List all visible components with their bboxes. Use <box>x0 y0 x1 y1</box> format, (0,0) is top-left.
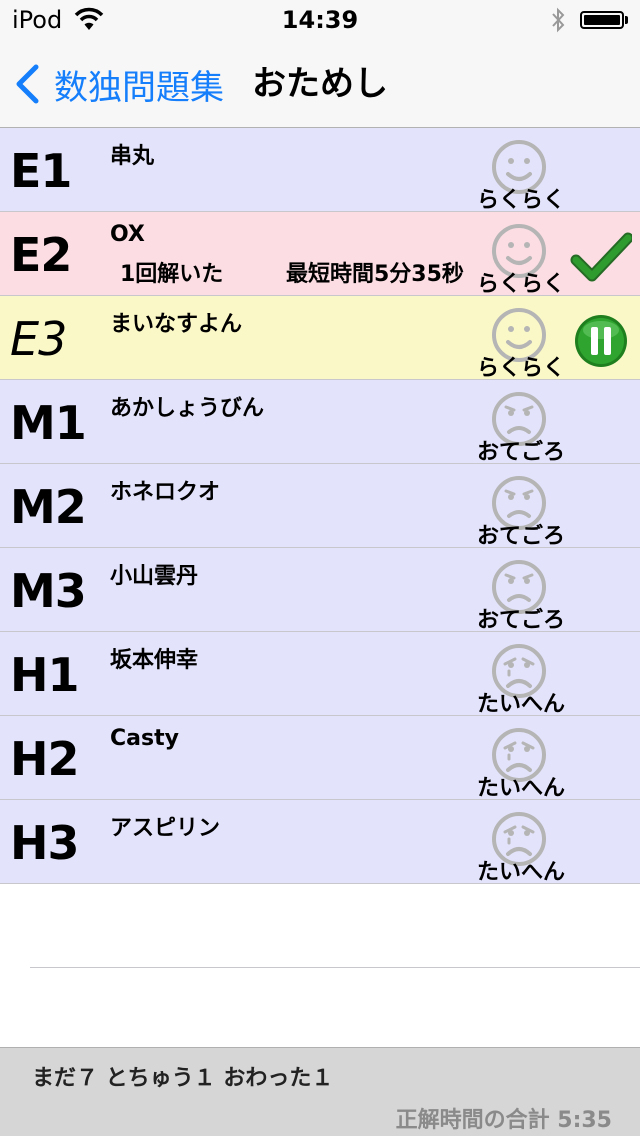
difficulty-label: おてごろ <box>476 440 565 465</box>
puzzle-name: まいなすよん <box>110 312 243 337</box>
puzzle-name: 串丸 <box>110 144 155 169</box>
puzzle-row-e2[interactable]: E2 OX 1回解いた 最短時間5分35秒 らくらく <box>0 212 640 297</box>
difficulty-label: らくらく <box>476 356 565 381</box>
difficulty-label: おてごろ <box>476 524 565 549</box>
puzzle-code: E2 <box>10 228 72 282</box>
puzzle-row-e3[interactable]: E3 まいなすよんらくらく <box>0 296 640 381</box>
puzzle-row-h1[interactable]: H1 坂本伸幸たいへん <box>0 632 640 717</box>
difficulty-label: たいへん <box>476 776 565 801</box>
puzzle-code: H3 <box>10 816 80 870</box>
puzzle-row-e1[interactable]: E1 串丸らくらく <box>0 128 640 213</box>
puzzle-row-m1[interactable]: M1 あかしょうびんおてごろ <box>0 380 640 465</box>
progress-counts: まだ７ とちゅう１ おわった１ <box>32 1066 334 1091</box>
puzzle-code: H1 <box>10 648 80 702</box>
puzzle-row-h2[interactable]: H2 Casty たいへん <box>0 716 640 801</box>
puzzle-name: Casty <box>110 726 179 751</box>
difficulty-label: たいへん <box>476 860 565 885</box>
checkmark-icon <box>570 232 632 282</box>
puzzle-name: 坂本伸幸 <box>110 648 199 673</box>
puzzle-code: M2 <box>10 480 87 534</box>
battery-icon <box>580 11 624 29</box>
difficulty-label: らくらく <box>476 188 565 213</box>
puzzle-row-m3[interactable]: M3 小山雲丹おてごろ <box>0 548 640 633</box>
puzzle-row-h3[interactable]: H3 アスピリンたいへん <box>0 800 640 885</box>
puzzle-code: E1 <box>10 144 72 198</box>
battery-tip <box>625 16 628 24</box>
back-button[interactable]: 数独問題集 <box>14 62 224 108</box>
puzzle-row-m2[interactable]: M2 ホネロクオおてごろ <box>0 464 640 549</box>
difficulty-label: たいへん <box>476 692 565 717</box>
puzzle-code: E3 <box>10 312 67 366</box>
status-bar: iPod 14:39 <box>0 0 640 40</box>
pause-icon <box>575 315 627 367</box>
chevron-left-icon <box>16 64 39 104</box>
puzzle-code: M1 <box>10 396 87 450</box>
best-time: 最短時間5分35秒 <box>286 262 464 287</box>
empty-row-separator <box>30 967 640 968</box>
page-title: おためし <box>252 64 388 104</box>
puzzle-code: M3 <box>10 564 87 618</box>
puzzle-name: ホネロクオ <box>110 480 221 505</box>
clock: 14:39 <box>281 6 359 34</box>
navigation-bar: 数独問題集 おためし <box>0 40 640 128</box>
puzzle-name: 小山雲丹 <box>110 564 199 589</box>
summary-toolbar: まだ７ とちゅう１ おわった１ 正解時間の合計 5:35 <box>0 1047 640 1136</box>
difficulty-label: おてごろ <box>476 608 565 633</box>
puzzle-list: E1 串丸 らくらく E2 OX 1回解いた 最短時間5分35秒 らくらく E3 まいなすよん らく… <box>0 128 640 885</box>
puzzle-name: あかしょうびん <box>110 396 265 421</box>
puzzle-name: OX <box>110 222 145 247</box>
puzzle-name: アスピリン <box>110 816 221 841</box>
total-solve-time: 正解時間の合計 5:35 <box>395 1108 612 1133</box>
bluetooth-icon <box>552 7 565 33</box>
back-button-label: 数独問題集 <box>54 67 224 108</box>
solve-count: 1回解いた <box>120 262 224 287</box>
difficulty-label: らくらく <box>476 272 565 297</box>
battery-fill <box>584 15 620 25</box>
puzzle-code: H2 <box>10 732 80 786</box>
